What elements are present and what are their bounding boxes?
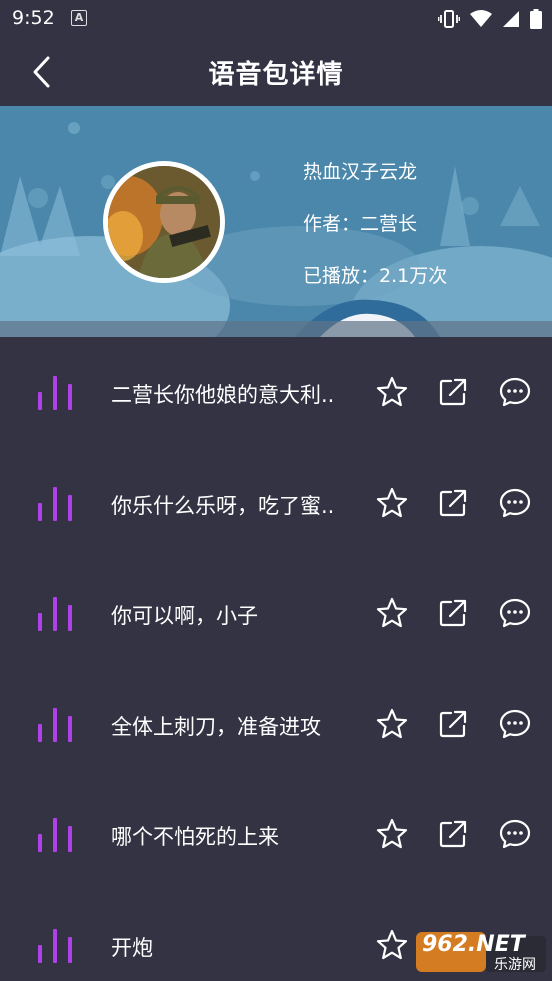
share-button[interactable] [436, 375, 470, 409]
clip-title: 你乐什么乐呀，吃了蜜.. [111, 493, 335, 518]
comment-icon [499, 819, 531, 849]
voice-pack-name: 热血汉子云龙 [303, 161, 418, 183]
sound-bars-icon [36, 595, 74, 631]
comment-icon [499, 377, 531, 407]
comment-button[interactable] [498, 707, 532, 741]
star-icon [376, 487, 408, 517]
favorite-button[interactable] [375, 596, 409, 630]
page-title: 语音包详情 [208, 60, 344, 90]
star-icon [376, 708, 408, 738]
sound-bars-icon [36, 706, 74, 742]
star-icon [376, 929, 408, 959]
comment-button[interactable] [498, 375, 532, 409]
banner-background [0, 106, 552, 337]
share-icon [439, 820, 467, 848]
favorite-button[interactable] [375, 817, 409, 851]
voice-pack-plays: 已播放：2.1万次 [303, 265, 448, 287]
clip-title: 二营长你他娘的意大利.. [111, 383, 335, 407]
comment-button[interactable] [498, 596, 532, 630]
share-icon [439, 599, 467, 627]
star-icon [376, 818, 408, 849]
status-time: 9:52 [12, 7, 55, 29]
favorite-button[interactable] [375, 928, 409, 962]
clip-row[interactable]: 全体上刺刀，准备进攻 [0, 669, 552, 780]
share-icon [439, 489, 467, 516]
comment-icon [499, 709, 531, 738]
app-bar: 语音包详情 [0, 38, 552, 106]
share-button[interactable] [436, 486, 470, 520]
clip-title: 你可以啊，小子 [111, 604, 258, 628]
comment-icon [499, 598, 531, 628]
battery-icon [530, 9, 542, 29]
clip-title: 开炮 [111, 935, 153, 960]
share-button[interactable] [436, 707, 470, 741]
notification-icon: A [71, 10, 87, 26]
comment-button[interactable] [498, 817, 532, 851]
share-icon [439, 378, 467, 406]
share-icon [439, 710, 467, 737]
favorite-button[interactable] [375, 375, 409, 409]
sound-bars-icon [36, 485, 74, 521]
watermark-subtext: 乐游网 [494, 957, 536, 973]
clip-row[interactable]: 哪个不怕死的上来 [0, 779, 552, 890]
share-button[interactable] [436, 596, 470, 630]
clip-list: 二营长你他娘的意大利.. 你乐什么乐呀，吃了蜜.. 你可以啊，小子 全体上刺刀，… [0, 337, 552, 981]
sound-bars-icon [36, 927, 74, 963]
status-icons [438, 8, 542, 30]
star-icon [376, 597, 408, 628]
sound-bars-icon [36, 816, 74, 852]
star-icon [376, 376, 408, 407]
clip-row[interactable]: 二营长你他娘的意大利.. [0, 337, 552, 448]
clip-title: 哪个不怕死的上来 [111, 825, 279, 849]
comment-button[interactable] [498, 486, 532, 520]
share-button[interactable] [436, 817, 470, 851]
voice-pack-banner: 热血汉子云龙 作者：二营长 已播放：2.1万次 [0, 106, 552, 337]
favorite-button[interactable] [375, 707, 409, 741]
favorite-button[interactable] [375, 486, 409, 520]
comment-icon [499, 488, 531, 517]
status-bar: 9:52 A [0, 0, 552, 38]
clip-title: 全体上刺刀，准备进攻 [111, 714, 321, 739]
clip-row[interactable]: 你可以啊，小子 [0, 558, 552, 669]
voice-pack-avatar [103, 161, 225, 283]
clip-row[interactable]: 你乐什么乐呀，吃了蜜.. [0, 448, 552, 559]
voice-pack-info: 热血汉子云龙 作者：二营长 已播放：2.1万次 [303, 160, 447, 316]
sound-bars-icon [36, 374, 74, 410]
avatar-image [108, 166, 220, 278]
watermark: 962.NET 乐游网 [414, 930, 548, 976]
wifi-icon [470, 10, 492, 27]
signal-icon [503, 11, 519, 27]
voice-pack-author: 作者：二营长 [303, 213, 418, 235]
vibrate-icon [438, 10, 460, 28]
